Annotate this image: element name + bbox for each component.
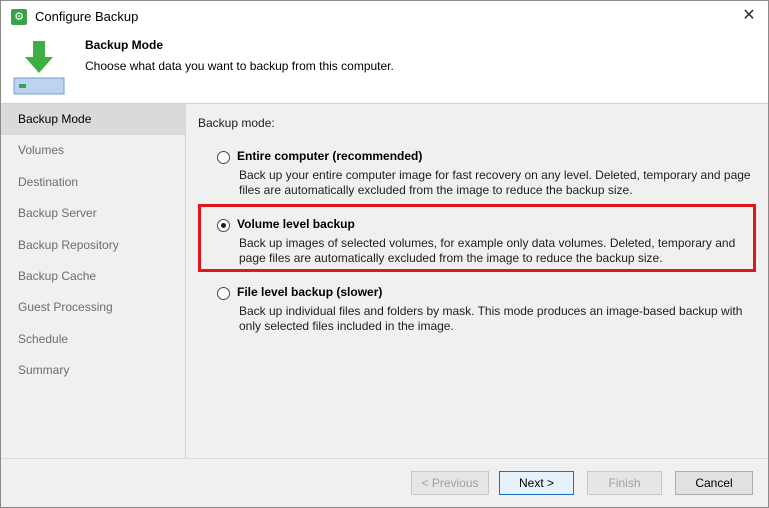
wizard-footer: < Previous Next > Finish Cancel [1,458,768,507]
configure-backup-window: ⚙ Configure Backup ✕ Backup Mode Choose … [0,0,769,508]
sidebar-item-backup-mode[interactable]: Backup Mode [1,104,185,136]
option-entire-computer-description: Back up your entire computer image for f… [239,168,751,197]
close-button[interactable]: ✕ [740,7,758,25]
radio-file-level[interactable] [217,287,230,300]
backup-mode-label: Backup mode: [198,116,275,130]
sidebar-item-guest-processing[interactable]: Guest Processing [1,292,185,323]
cancel-button[interactable]: Cancel [675,471,753,495]
wizard-header: Backup Mode Choose what data you want to… [1,31,768,104]
previous-button[interactable]: < Previous [411,471,489,495]
radio-volume-level[interactable] [217,219,230,232]
finish-button[interactable]: Finish [587,471,662,495]
next-button[interactable]: Next > [499,471,574,495]
backup-mode-panel: Backup mode: Entire computer (recommende… [186,104,768,458]
page-title: Backup Mode [85,38,164,52]
sidebar-item-destination[interactable]: Destination [1,167,185,198]
sidebar-item-schedule[interactable]: Schedule [1,324,185,355]
backup-drive-icon [13,41,65,95]
option-file-level-description: Back up individual files and folders by … [239,304,743,333]
option-file-level-label[interactable]: File level backup (slower) [237,285,382,299]
sidebar-item-summary[interactable]: Summary [1,355,185,386]
page-subtitle: Choose what data you want to backup from… [85,59,394,73]
option-volume-level-label[interactable]: Volume level backup [237,217,355,231]
window-title: Configure Backup [35,9,139,24]
wizard-steps-sidebar: Backup Mode Volumes Destination Backup S… [1,104,186,458]
option-entire-computer-label[interactable]: Entire computer (recommended) [237,149,422,163]
title-bar: ⚙ Configure Backup ✕ [1,1,768,31]
sidebar-item-backup-cache[interactable]: Backup Cache [1,261,185,292]
sidebar-item-backup-repository[interactable]: Backup Repository [1,230,185,261]
gear-icon: ⚙ [11,9,27,25]
option-volume-level-description: Back up images of selected volumes, for … [239,236,736,265]
sidebar-item-volumes[interactable]: Volumes [1,135,185,166]
sidebar-item-backup-server[interactable]: Backup Server [1,198,185,229]
radio-entire-computer[interactable] [217,151,230,164]
